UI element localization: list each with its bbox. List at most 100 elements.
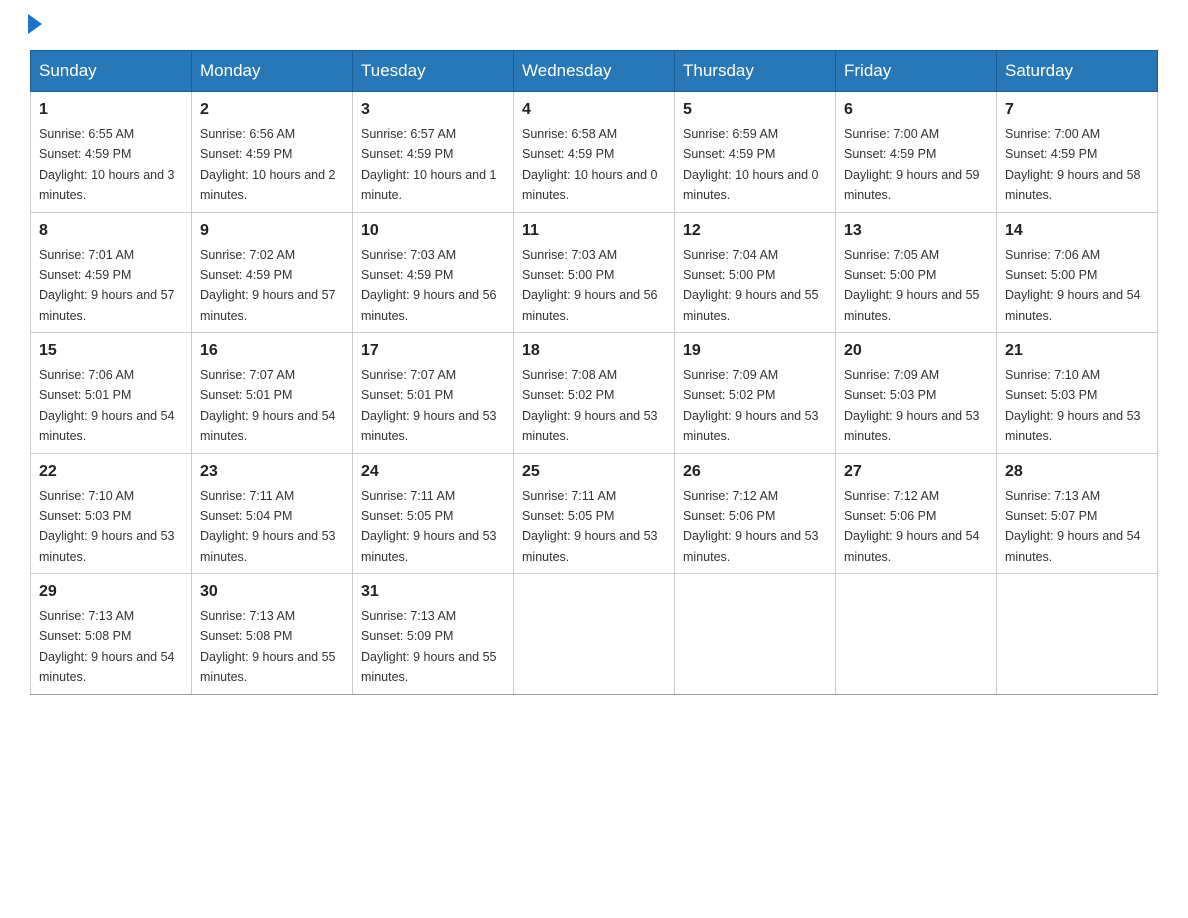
calendar-cell <box>675 574 836 695</box>
calendar-cell: 23 Sunrise: 7:11 AMSunset: 5:04 PMDaylig… <box>192 453 353 574</box>
day-info: Sunrise: 6:55 AMSunset: 4:59 PMDaylight:… <box>39 127 175 202</box>
day-number: 28 <box>1005 460 1149 484</box>
weekday-header-thursday: Thursday <box>675 51 836 92</box>
weekday-header-wednesday: Wednesday <box>514 51 675 92</box>
calendar-cell: 12 Sunrise: 7:04 AMSunset: 5:00 PMDaylig… <box>675 212 836 333</box>
calendar-cell: 31 Sunrise: 7:13 AMSunset: 5:09 PMDaylig… <box>353 574 514 695</box>
day-info: Sunrise: 7:11 AMSunset: 5:05 PMDaylight:… <box>361 489 497 564</box>
calendar-cell: 9 Sunrise: 7:02 AMSunset: 4:59 PMDayligh… <box>192 212 353 333</box>
day-info: Sunrise: 6:56 AMSunset: 4:59 PMDaylight:… <box>200 127 336 202</box>
calendar-cell: 13 Sunrise: 7:05 AMSunset: 5:00 PMDaylig… <box>836 212 997 333</box>
day-info: Sunrise: 7:11 AMSunset: 5:04 PMDaylight:… <box>200 489 336 564</box>
day-number: 4 <box>522 98 666 122</box>
day-number: 11 <box>522 219 666 243</box>
day-number: 26 <box>683 460 827 484</box>
day-info: Sunrise: 7:06 AMSunset: 5:01 PMDaylight:… <box>39 368 175 443</box>
day-number: 12 <box>683 219 827 243</box>
day-number: 31 <box>361 580 505 604</box>
day-info: Sunrise: 7:03 AMSunset: 4:59 PMDaylight:… <box>361 248 497 323</box>
day-info: Sunrise: 7:00 AMSunset: 4:59 PMDaylight:… <box>844 127 980 202</box>
day-number: 16 <box>200 339 344 363</box>
day-number: 3 <box>361 98 505 122</box>
calendar-cell: 28 Sunrise: 7:13 AMSunset: 5:07 PMDaylig… <box>997 453 1158 574</box>
day-number: 20 <box>844 339 988 363</box>
day-info: Sunrise: 7:13 AMSunset: 5:07 PMDaylight:… <box>1005 489 1141 564</box>
day-info: Sunrise: 7:00 AMSunset: 4:59 PMDaylight:… <box>1005 127 1141 202</box>
calendar-cell: 29 Sunrise: 7:13 AMSunset: 5:08 PMDaylig… <box>31 574 192 695</box>
calendar-cell: 16 Sunrise: 7:07 AMSunset: 5:01 PMDaylig… <box>192 333 353 454</box>
calendar-cell: 26 Sunrise: 7:12 AMSunset: 5:06 PMDaylig… <box>675 453 836 574</box>
week-row-4: 22 Sunrise: 7:10 AMSunset: 5:03 PMDaylig… <box>31 453 1158 574</box>
day-info: Sunrise: 6:57 AMSunset: 4:59 PMDaylight:… <box>361 127 497 202</box>
day-number: 25 <box>522 460 666 484</box>
calendar-cell: 10 Sunrise: 7:03 AMSunset: 4:59 PMDaylig… <box>353 212 514 333</box>
day-number: 24 <box>361 460 505 484</box>
day-info: Sunrise: 7:09 AMSunset: 5:02 PMDaylight:… <box>683 368 819 443</box>
calendar-cell: 14 Sunrise: 7:06 AMSunset: 5:00 PMDaylig… <box>997 212 1158 333</box>
day-number: 15 <box>39 339 183 363</box>
day-info: Sunrise: 7:01 AMSunset: 4:59 PMDaylight:… <box>39 248 175 323</box>
calendar-cell: 1 Sunrise: 6:55 AMSunset: 4:59 PMDayligh… <box>31 92 192 213</box>
logo-arrow-icon <box>28 14 42 34</box>
weekday-header-monday: Monday <box>192 51 353 92</box>
week-row-1: 1 Sunrise: 6:55 AMSunset: 4:59 PMDayligh… <box>31 92 1158 213</box>
day-number: 23 <box>200 460 344 484</box>
calendar-table: SundayMondayTuesdayWednesdayThursdayFrid… <box>30 50 1158 695</box>
day-info: Sunrise: 7:03 AMSunset: 5:00 PMDaylight:… <box>522 248 658 323</box>
day-number: 19 <box>683 339 827 363</box>
calendar-cell: 25 Sunrise: 7:11 AMSunset: 5:05 PMDaylig… <box>514 453 675 574</box>
day-number: 9 <box>200 219 344 243</box>
day-info: Sunrise: 7:13 AMSunset: 5:09 PMDaylight:… <box>361 609 497 684</box>
weekday-header-saturday: Saturday <box>997 51 1158 92</box>
day-number: 1 <box>39 98 183 122</box>
weekday-header-row: SundayMondayTuesdayWednesdayThursdayFrid… <box>31 51 1158 92</box>
week-row-2: 8 Sunrise: 7:01 AMSunset: 4:59 PMDayligh… <box>31 212 1158 333</box>
calendar-cell: 18 Sunrise: 7:08 AMSunset: 5:02 PMDaylig… <box>514 333 675 454</box>
day-info: Sunrise: 7:09 AMSunset: 5:03 PMDaylight:… <box>844 368 980 443</box>
day-number: 30 <box>200 580 344 604</box>
day-info: Sunrise: 7:13 AMSunset: 5:08 PMDaylight:… <box>39 609 175 684</box>
calendar-cell: 2 Sunrise: 6:56 AMSunset: 4:59 PMDayligh… <box>192 92 353 213</box>
day-number: 27 <box>844 460 988 484</box>
calendar-cell: 3 Sunrise: 6:57 AMSunset: 4:59 PMDayligh… <box>353 92 514 213</box>
calendar-cell: 8 Sunrise: 7:01 AMSunset: 4:59 PMDayligh… <box>31 212 192 333</box>
day-info: Sunrise: 6:58 AMSunset: 4:59 PMDaylight:… <box>522 127 658 202</box>
day-number: 8 <box>39 219 183 243</box>
day-info: Sunrise: 7:10 AMSunset: 5:03 PMDaylight:… <box>1005 368 1141 443</box>
day-number: 6 <box>844 98 988 122</box>
calendar-cell: 17 Sunrise: 7:07 AMSunset: 5:01 PMDaylig… <box>353 333 514 454</box>
calendar-cell <box>514 574 675 695</box>
day-number: 22 <box>39 460 183 484</box>
day-info: Sunrise: 7:12 AMSunset: 5:06 PMDaylight:… <box>683 489 819 564</box>
calendar-cell: 21 Sunrise: 7:10 AMSunset: 5:03 PMDaylig… <box>997 333 1158 454</box>
day-info: Sunrise: 7:06 AMSunset: 5:00 PMDaylight:… <box>1005 248 1141 323</box>
week-row-5: 29 Sunrise: 7:13 AMSunset: 5:08 PMDaylig… <box>31 574 1158 695</box>
day-info: Sunrise: 7:02 AMSunset: 4:59 PMDaylight:… <box>200 248 336 323</box>
day-number: 7 <box>1005 98 1149 122</box>
calendar-cell: 15 Sunrise: 7:06 AMSunset: 5:01 PMDaylig… <box>31 333 192 454</box>
day-info: Sunrise: 7:13 AMSunset: 5:08 PMDaylight:… <box>200 609 336 684</box>
day-info: Sunrise: 7:05 AMSunset: 5:00 PMDaylight:… <box>844 248 980 323</box>
logo <box>30 20 42 30</box>
day-number: 17 <box>361 339 505 363</box>
calendar-cell: 4 Sunrise: 6:58 AMSunset: 4:59 PMDayligh… <box>514 92 675 213</box>
day-number: 2 <box>200 98 344 122</box>
calendar-cell: 6 Sunrise: 7:00 AMSunset: 4:59 PMDayligh… <box>836 92 997 213</box>
calendar-cell: 24 Sunrise: 7:11 AMSunset: 5:05 PMDaylig… <box>353 453 514 574</box>
day-info: Sunrise: 7:04 AMSunset: 5:00 PMDaylight:… <box>683 248 819 323</box>
day-number: 29 <box>39 580 183 604</box>
calendar-cell: 7 Sunrise: 7:00 AMSunset: 4:59 PMDayligh… <box>997 92 1158 213</box>
page-header <box>30 20 1158 30</box>
weekday-header-tuesday: Tuesday <box>353 51 514 92</box>
day-info: Sunrise: 7:12 AMSunset: 5:06 PMDaylight:… <box>844 489 980 564</box>
day-number: 21 <box>1005 339 1149 363</box>
day-info: Sunrise: 7:07 AMSunset: 5:01 PMDaylight:… <box>361 368 497 443</box>
day-info: Sunrise: 7:11 AMSunset: 5:05 PMDaylight:… <box>522 489 658 564</box>
day-number: 10 <box>361 219 505 243</box>
weekday-header-sunday: Sunday <box>31 51 192 92</box>
calendar-cell <box>836 574 997 695</box>
calendar-cell: 30 Sunrise: 7:13 AMSunset: 5:08 PMDaylig… <box>192 574 353 695</box>
week-row-3: 15 Sunrise: 7:06 AMSunset: 5:01 PMDaylig… <box>31 333 1158 454</box>
day-info: Sunrise: 7:10 AMSunset: 5:03 PMDaylight:… <box>39 489 175 564</box>
weekday-header-friday: Friday <box>836 51 997 92</box>
